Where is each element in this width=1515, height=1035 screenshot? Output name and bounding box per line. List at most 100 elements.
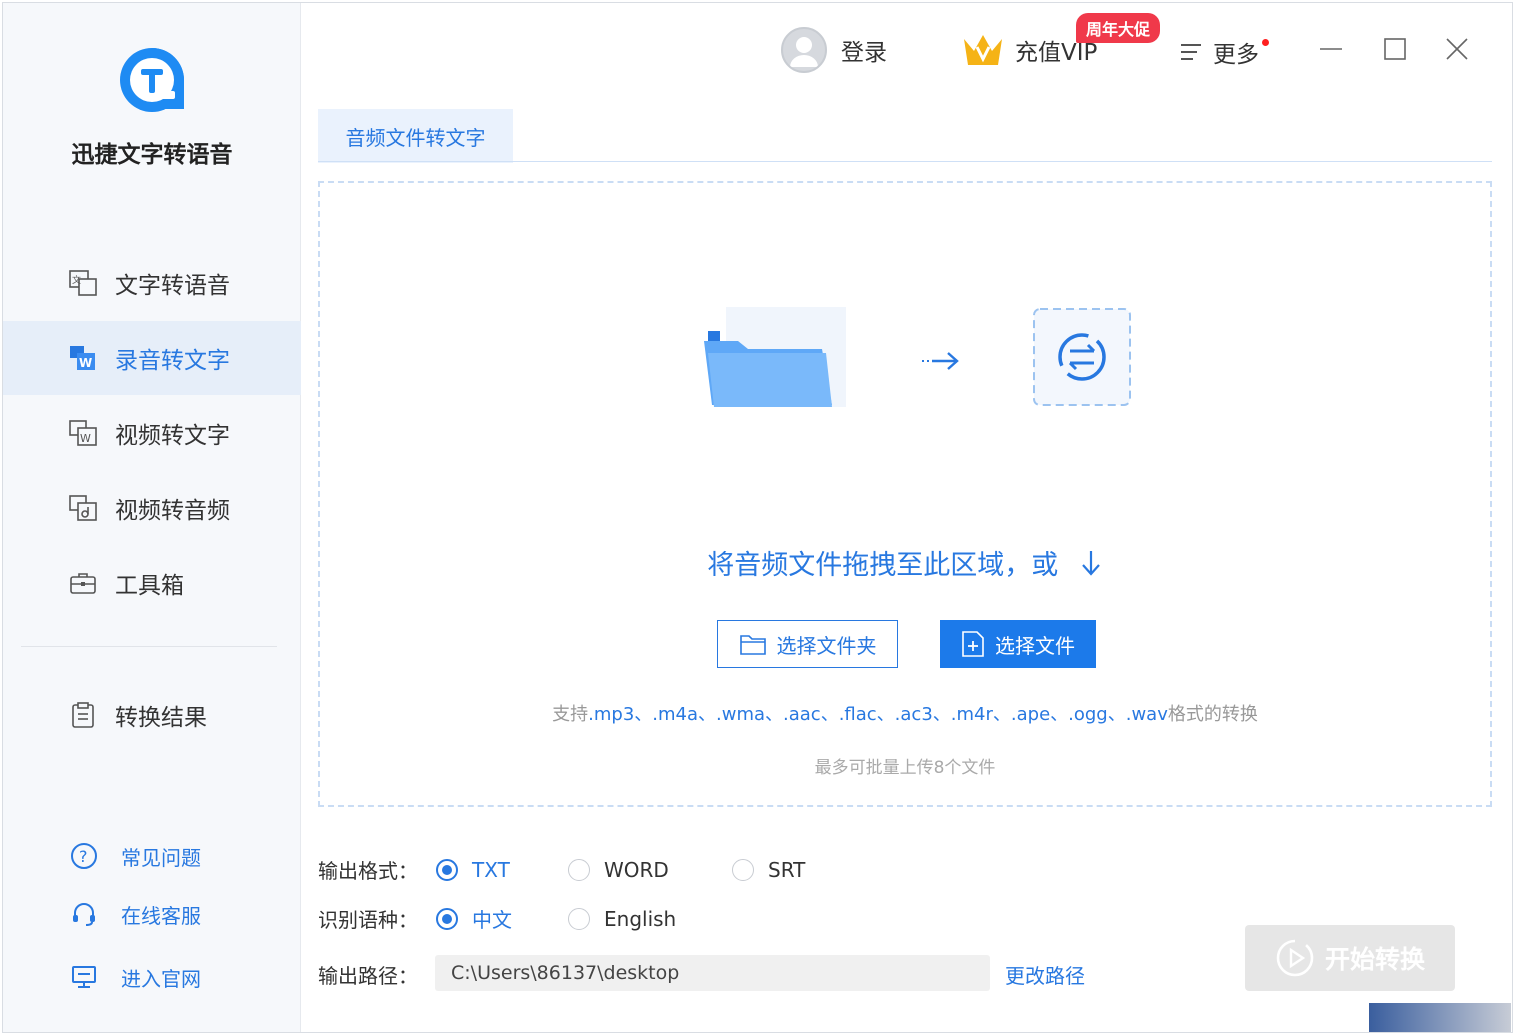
login-button[interactable]: 登录: [781, 27, 887, 73]
help-label: 进入官网: [121, 966, 201, 991]
promo-badge: 周年大促: [1076, 13, 1161, 43]
close-button[interactable]: [1439, 33, 1475, 69]
video-to-word-icon: W: [67, 417, 99, 449]
sidebar-item-audio-to-text[interactable]: W 录音转文字: [3, 321, 301, 395]
maximize-button[interactable]: [1377, 33, 1413, 69]
radio-circle: [568, 907, 590, 930]
radio-circle: [436, 907, 458, 930]
language-english-label: English: [604, 906, 677, 931]
menu-icon: [1179, 40, 1203, 64]
language-label: 识别语种：: [318, 908, 418, 932]
arrow-down-icon: [1079, 549, 1103, 584]
minimize-icon: [1318, 36, 1344, 66]
support-formats: .mp3、.m4a、.wma、.aac、.flac、.ac3、.m4r、.ape…: [588, 704, 1168, 725]
support-prefix: 支持: [552, 704, 589, 725]
crown-icon: [961, 31, 1005, 69]
toolbox-icon: [67, 567, 99, 599]
minimize-button[interactable]: [1313, 33, 1349, 69]
svg-text:W: W: [79, 356, 92, 370]
monitor-icon: [69, 962, 99, 992]
language-row: 识别语种： 中文 English: [318, 904, 676, 933]
drop-prompt-text: 将音频文件拖拽至此区域，或: [707, 550, 1059, 581]
support-suffix: 格式的转换: [1167, 704, 1258, 725]
sidebar-item-label: 转换结果: [115, 705, 207, 731]
app-logo: [117, 45, 187, 115]
sidebar-item-results[interactable]: 转换结果: [3, 678, 301, 752]
radio-circle: [732, 858, 754, 881]
avatar: [781, 27, 827, 73]
format-txt-label: TXT: [472, 857, 510, 882]
language-chinese-label: 中文: [472, 908, 512, 932]
format-radio-word[interactable]: WORD: [568, 858, 732, 882]
tab-audio-file-to-text[interactable]: 音频文件转文字: [318, 109, 513, 163]
format-srt-label: SRT: [768, 857, 806, 882]
sidebar-item-label: 工具箱: [115, 573, 184, 599]
sidebar-item-label: 视频转音频: [115, 498, 230, 524]
add-file-icon: [961, 630, 995, 658]
file-drop-zone[interactable]: 将音频文件拖拽至此区域，或 选择文件夹 选择文件 支持.mp3、.m4a、.wm…: [318, 181, 1492, 807]
supported-formats: 支持.mp3、.m4a、.wma、.aac、.flac、.ac3、.m4r、.a…: [320, 700, 1490, 726]
drop-prompt: 将音频文件拖拽至此区域，或: [320, 543, 1490, 584]
sidebar-item-text-to-speech[interactable]: 文 文字转语音: [3, 246, 301, 320]
select-file-label: 选择文件: [995, 633, 1075, 658]
sidebar: 迅捷文字转语音 文 文字转语音 W 录音转文字 W 视频转文字 视频转音频 工具…: [3, 3, 301, 1032]
maximize-icon: [1382, 36, 1408, 66]
convert-illustration: [1032, 307, 1132, 411]
notification-dot: [1262, 39, 1269, 46]
start-convert-button[interactable]: 开始转换: [1245, 925, 1455, 991]
arrow-right-icon: [920, 349, 962, 377]
help-label: 在线客服: [121, 903, 201, 928]
select-file-button[interactable]: 选择文件: [940, 620, 1096, 668]
sidebar-divider: [21, 646, 277, 647]
more-label-wrap: 更多: [1213, 35, 1269, 69]
sidebar-item-label: 录音转文字: [115, 348, 230, 374]
tab-underline: [318, 161, 1492, 162]
more-button[interactable]: 更多: [1179, 35, 1269, 69]
language-radio-english[interactable]: English: [568, 907, 676, 931]
sidebar-item-toolbox[interactable]: 工具箱: [3, 546, 301, 620]
headset-icon: [69, 899, 99, 929]
sidebar-item-video-to-text[interactable]: W 视频转文字: [3, 396, 301, 470]
app-name: 迅捷文字转语音: [71, 142, 233, 168]
format-radio-srt[interactable]: SRT: [732, 858, 805, 882]
audio-to-word-icon: W: [67, 342, 99, 374]
start-convert-label: 开始转换: [1324, 945, 1425, 974]
radio-circle: [436, 858, 458, 881]
sidebar-item-video-to-audio[interactable]: 视频转音频: [3, 471, 301, 545]
folder-icon: [739, 632, 777, 656]
folder-illustration: [698, 305, 848, 429]
select-folder-button[interactable]: 选择文件夹: [717, 620, 898, 668]
close-icon: [1444, 36, 1470, 66]
login-label: 登录: [841, 40, 887, 66]
format-word-label: WORD: [604, 857, 669, 882]
sidebar-item-label: 文字转语音: [115, 273, 230, 299]
taskbar-fragment: [1369, 1003, 1511, 1032]
help-label: 常见问题: [121, 845, 201, 870]
question-icon: ?: [69, 841, 99, 871]
output-path-row: 输出路径：: [318, 960, 436, 989]
video-to-audio-icon: [67, 492, 99, 524]
clipboard-icon: [67, 699, 99, 731]
language-radio-chinese[interactable]: 中文: [436, 904, 568, 933]
select-folder-label: 选择文件夹: [776, 633, 877, 658]
radio-circle: [568, 858, 590, 881]
sidebar-item-label: 视频转文字: [115, 423, 230, 449]
format-radio-txt[interactable]: TXT: [436, 858, 568, 882]
help-faq[interactable]: ? 常见问题: [3, 836, 301, 876]
help-official-site[interactable]: 进入官网: [3, 957, 301, 997]
text-to-speech-icon: 文: [67, 267, 99, 299]
svg-text:文: 文: [72, 274, 81, 286]
change-path-link[interactable]: 更改路径: [1005, 960, 1085, 989]
svg-text:?: ?: [79, 847, 88, 866]
output-format-label: 输出格式：: [318, 859, 418, 883]
output-path-field[interactable]: C:\Users\86137\desktop: [435, 955, 990, 991]
more-label: 更多: [1213, 42, 1259, 68]
output-format-row: 输出格式： TXT WORD SRT: [318, 855, 805, 884]
max-files-note: 最多可批量上传8个文件: [814, 758, 996, 778]
play-icon: [1275, 938, 1325, 978]
output-path-label: 输出路径：: [318, 964, 418, 988]
app-window: 迅捷文字转语音 文 文字转语音 W 录音转文字 W 视频转文字 视频转音频 工具…: [2, 2, 1513, 1033]
help-online-service[interactable]: 在线客服: [3, 894, 301, 934]
svg-text:W: W: [80, 432, 91, 445]
title-bar: 登录 充值VIP 周年大促 更多: [301, 3, 1512, 103]
